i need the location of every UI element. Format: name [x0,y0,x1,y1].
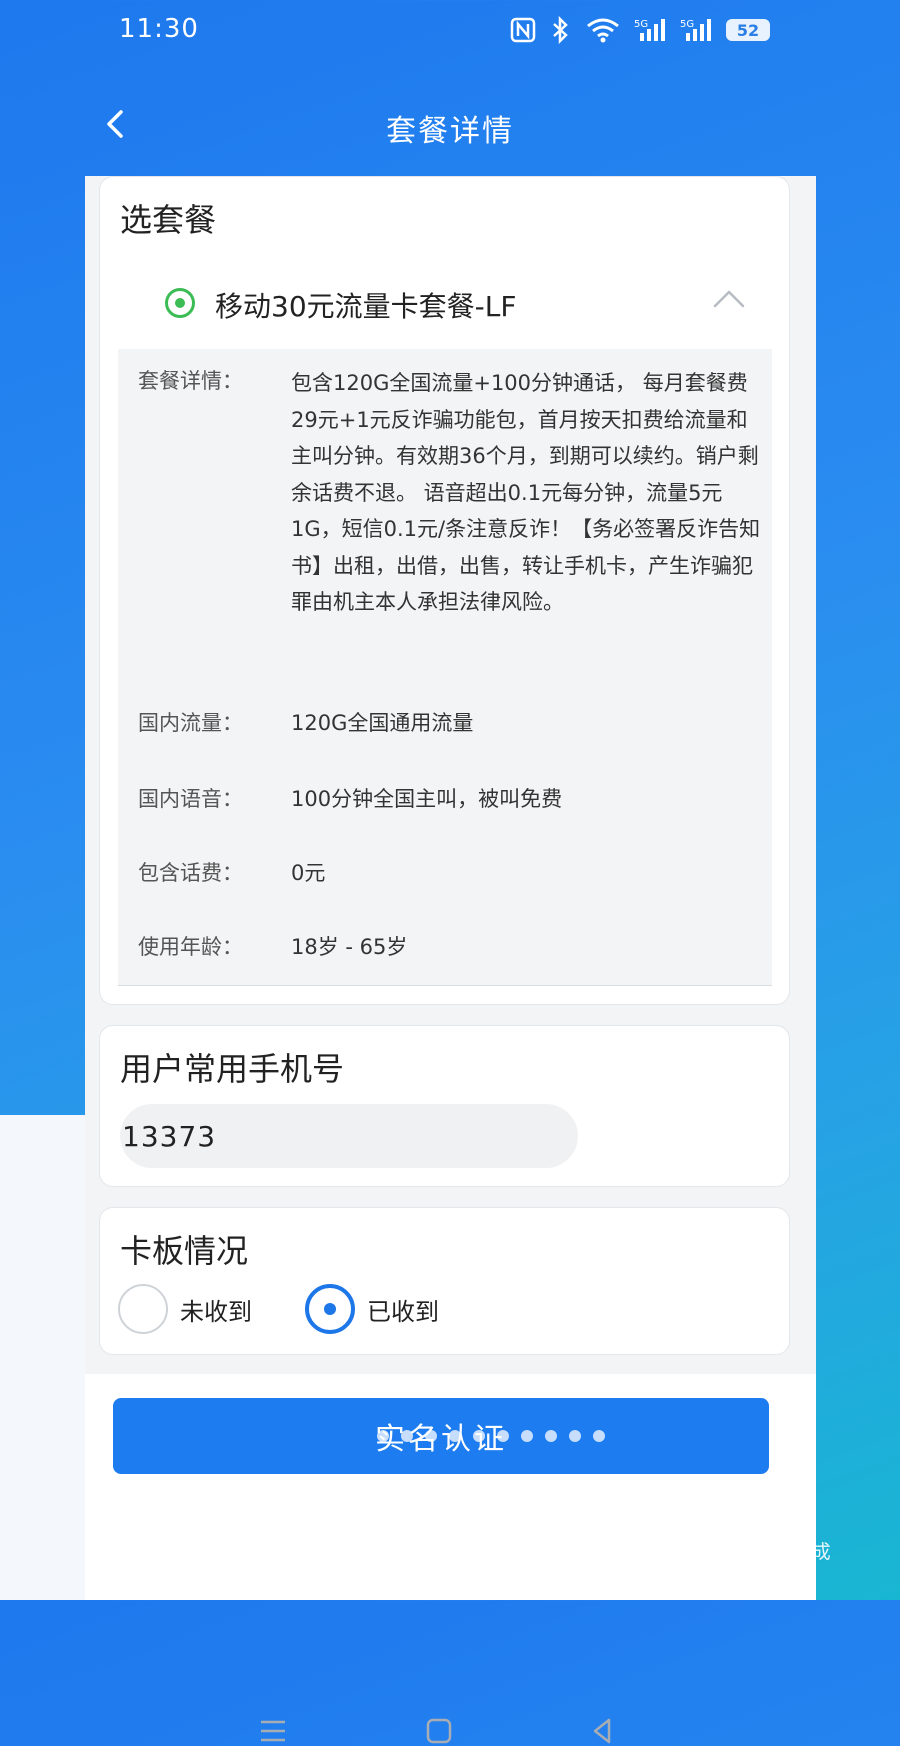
signal-5g-icon: 5G [634,19,665,41]
detail-value: 0元 [291,861,326,885]
svg-text:5G: 5G [634,19,648,30]
plan-radio-selected[interactable] [165,288,195,318]
phone-mask [243,1120,423,1154]
plan-detail-box: 套餐详情： 包含120G全国流量+100分钟通话， 每月套餐费29元+1元反诈骗… [118,349,772,986]
status-icons: 5G 5G 52 [510,16,770,44]
card-status-title: 卡板情况 [120,1232,249,1270]
nav-bar: 套餐详情 [0,90,900,160]
detail-label: 套餐详情： [138,369,243,393]
radio-circle[interactable] [118,1284,168,1334]
ai-watermark: AI生成 [748,1537,831,1564]
wifi-icon [587,18,619,43]
card-status-card: 卡板情况 未收到 已收到 [99,1207,790,1355]
detail-value: 包含120G全国流量+100分钟通话， 每月套餐费29元+1元反诈骗功能包，首月… [291,371,761,614]
radio-received[interactable]: 已收到 [305,1284,439,1334]
status-bar: 11:30 5G 5G 52 [0,0,900,66]
bottom-area: 实名认证 [85,1374,816,1744]
plan-card: 选套餐 移动30元流量卡套餐-LF 套餐详情： 包含120G全国流量+100分钟… [99,176,790,1005]
sparkle-icon [748,1540,768,1561]
page-title: 套餐详情 [386,114,514,149]
battery-icon: 52 [726,19,770,41]
signal-5g-icon: 5G [680,19,711,41]
phone-card: 用户常用手机号 [99,1025,790,1187]
plan-name[interactable]: 移动30元流量卡套餐-LF [215,285,516,325]
loading-dots [377,1430,605,1442]
status-time: 11:30 [119,14,199,44]
detail-label: 国内语音： [138,787,243,811]
back-triangle-icon[interactable] [589,1716,617,1746]
content-panel: 选套餐 移动30元流量卡套餐-LF 套餐详情： 包含120G全国流量+100分钟… [85,176,816,1744]
detail-value: 120G全国通用流量 [291,711,474,735]
detail-value: 18岁 - 65岁 [291,935,408,959]
radio-circle-checked[interactable] [305,1284,355,1334]
chevron-up-icon[interactable] [712,286,746,310]
radio-not-received[interactable]: 未收到 [118,1284,252,1334]
home-icon[interactable] [424,1716,454,1746]
bluetooth-icon [553,16,568,44]
nfc-icon [510,17,536,43]
phone-card-title: 用户常用手机号 [120,1050,345,1088]
plan-card-title: 选套餐 [120,201,217,239]
detail-label: 使用年龄： [138,935,243,959]
detail-label: 国内流量： [138,711,243,735]
watermark-text: AI生成 [774,1541,831,1563]
detail-label: 包含话费： [138,861,243,885]
svg-text:5G: 5G [680,19,694,30]
detail-value: 100分钟全国主叫，被叫免费 [291,787,563,811]
menu-icon[interactable] [258,1718,288,1744]
radio-label: 已收到 [367,1297,439,1326]
radio-label: 未收到 [180,1297,252,1326]
